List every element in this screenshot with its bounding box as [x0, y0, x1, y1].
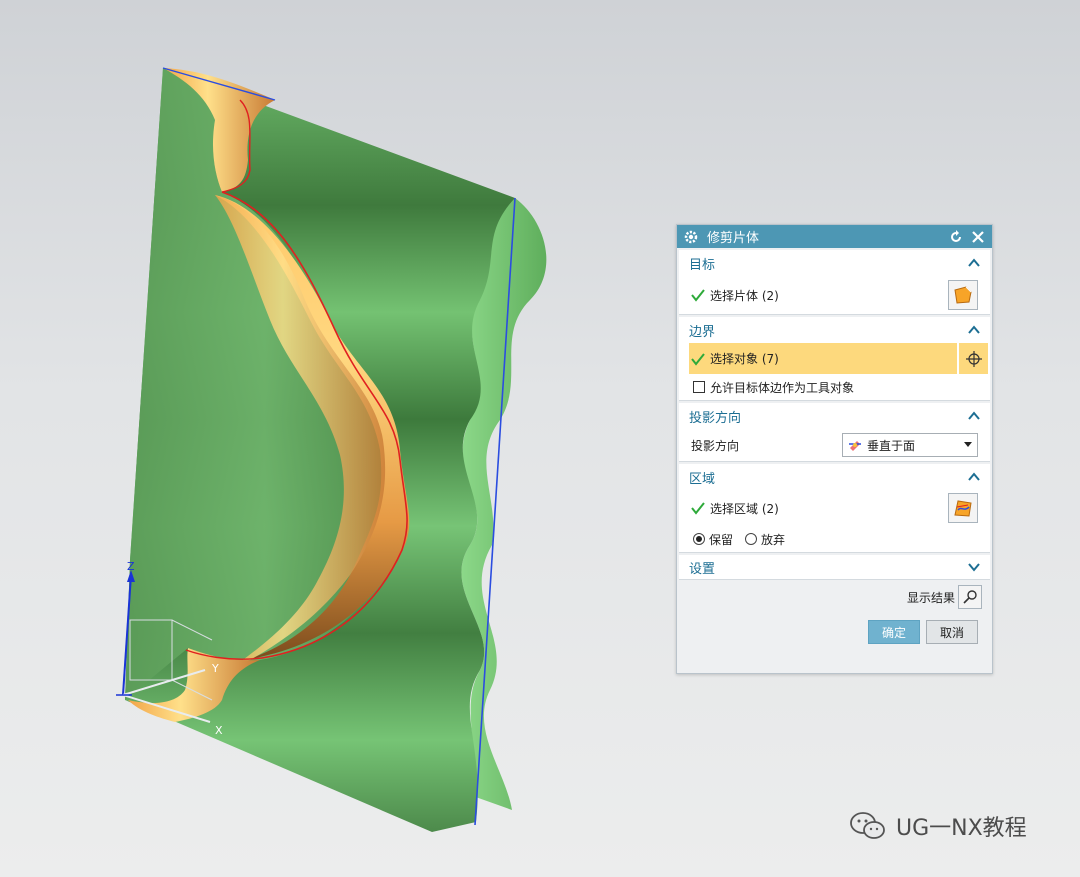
select-sheet-label: 选择片体 (2)	[710, 288, 779, 303]
group-projection: 投影方向 投影方向 垂直于面	[679, 403, 990, 462]
keep-radio[interactable]	[693, 533, 705, 545]
select-region-button[interactable]	[948, 493, 978, 523]
select-sheet-row[interactable]: 选择片体 (2)	[679, 276, 990, 314]
dialog-buttons: 确定 取消	[677, 612, 992, 644]
chevron-down-icon[interactable]	[968, 562, 980, 572]
show-result-button[interactable]	[958, 585, 982, 609]
sheet-body-icon	[954, 286, 972, 304]
group-projection-heading: 投影方向	[689, 410, 742, 426]
group-boundary-heading: 边界	[689, 324, 716, 340]
projection-dropdown[interactable]: 垂直于面	[842, 433, 978, 457]
watermark: UG一NX教程	[848, 810, 1027, 842]
normal-to-face-icon	[849, 441, 861, 451]
trim-sheet-dialog: 修剪片体 目标 选择片体 (2) 边界 选择对象 (7) 允许目标体边作为工具对…	[676, 224, 993, 674]
watermark-text: UG一NX教程	[896, 816, 1027, 841]
allow-target-edge-label: 允许目标体边作为工具对象	[710, 380, 855, 395]
projection-dropdown-value: 垂直于面	[867, 438, 916, 453]
axis-y-label: Y	[211, 662, 219, 675]
projection-label: 投影方向	[691, 438, 740, 453]
select-region-row[interactable]: 选择区域 (2)	[679, 490, 990, 526]
axis-x-label: X	[215, 724, 223, 737]
keep-option[interactable]: 保留	[693, 531, 733, 548]
select-object-button[interactable]	[957, 343, 988, 374]
region-mode-radio-group: 保留 放弃	[679, 526, 990, 552]
select-object-label: 选择对象 (7)	[710, 352, 779, 366]
group-region-header[interactable]: 区域	[679, 464, 990, 490]
check-icon	[691, 502, 705, 515]
chevron-up-icon[interactable]	[968, 411, 980, 421]
chevron-up-icon[interactable]	[968, 325, 980, 335]
ok-button[interactable]: 确定	[868, 620, 920, 644]
check-icon	[691, 352, 705, 366]
group-boundary-header[interactable]: 边界	[679, 317, 990, 343]
dropdown-arrow-icon	[964, 442, 972, 447]
select-sheet-button[interactable]	[948, 280, 978, 310]
group-region: 区域 选择区域 (2) 保留 放弃	[679, 464, 990, 553]
allow-target-edge-option[interactable]: 允许目标体边作为工具对象	[679, 374, 990, 400]
group-settings-header[interactable]: 设置	[679, 555, 990, 579]
reset-icon[interactable]	[948, 229, 964, 245]
axis-z-label: Z	[127, 560, 135, 573]
discard-option[interactable]: 放弃	[745, 531, 785, 548]
dialog-title: 修剪片体	[707, 231, 760, 246]
region-icon	[954, 500, 972, 517]
group-region-heading: 区域	[689, 471, 716, 487]
group-target-heading: 目标	[689, 257, 716, 273]
select-object-row[interactable]: 选择对象 (7)	[689, 343, 988, 374]
select-region-label: 选择区域 (2)	[710, 501, 779, 516]
group-settings-heading: 设置	[689, 561, 716, 577]
show-result-row: 显示结果	[677, 582, 992, 612]
select-object-label-wrap: 选择对象 (7)	[691, 350, 957, 367]
close-icon[interactable]	[970, 229, 986, 245]
cancel-button[interactable]: 取消	[926, 620, 978, 644]
chevron-up-icon[interactable]	[968, 258, 980, 268]
chevron-up-icon[interactable]	[968, 472, 980, 482]
projection-row: 投影方向 垂直于面	[679, 429, 990, 461]
discard-radio[interactable]	[745, 533, 758, 545]
group-settings: 设置	[679, 555, 990, 580]
check-icon	[691, 289, 705, 302]
keep-label: 保留	[709, 532, 734, 547]
group-boundary: 边界 选择对象 (7) 允许目标体边作为工具对象	[679, 317, 990, 401]
dialog-titlebar[interactable]: 修剪片体	[677, 225, 992, 248]
group-target-header[interactable]: 目标	[679, 250, 990, 276]
show-result-label: 显示结果	[906, 590, 955, 605]
discard-label: 放弃	[761, 532, 786, 547]
allow-target-edge-checkbox[interactable]	[693, 381, 705, 393]
group-projection-header[interactable]: 投影方向	[679, 403, 990, 429]
crosshair-icon	[965, 350, 982, 367]
magnifier-icon	[963, 590, 977, 604]
gear-icon	[684, 230, 698, 243]
group-target: 目标 选择片体 (2)	[679, 250, 990, 315]
wechat-icon	[850, 812, 885, 839]
